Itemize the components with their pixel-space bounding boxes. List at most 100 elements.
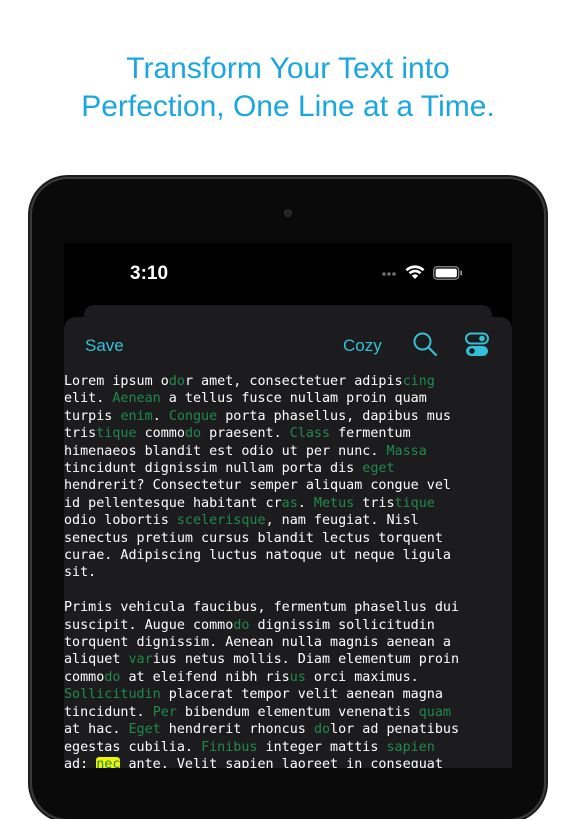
search-icon[interactable] [412,331,438,357]
marked-word: do [313,722,331,738]
text-segment: tris [354,495,395,511]
text-segment: commo [136,426,185,442]
text-segment: id pellentesque habitant cr [64,495,282,511]
marked-word: enim [120,408,153,424]
text-line[interactable]: suscipit. Augue commodo dignissim sollic… [64,617,512,634]
front-camera [284,209,292,217]
marked-word: tique [96,426,137,442]
text-line[interactable]: turpis enim. Congue porta phasellus, dap… [64,408,512,425]
text-line[interactable]: Lorem ipsum odor amet, consectetuer adip… [64,373,512,390]
text-segment: Lorem ipsum o [64,374,169,389]
marked-word: Metus [313,495,355,511]
text-segment: integer mattis [257,739,387,755]
text-segment: lor ad penatibus [330,722,460,738]
text-line[interactable]: senectus pretium cursus blandit lectus t… [64,530,512,547]
text-segment: hendrerit rhoncus [160,722,314,738]
marked-word: do [184,426,202,442]
text-line[interactable]: curae. Adipiscing luctus natoque ut nequ… [64,547,512,564]
text-line[interactable]: commodo at eleifend nibh risus orci maxi… [64,669,512,686]
text-segment: at eleifend nibh ris [120,669,290,685]
battery-icon [433,266,463,280]
marked-word: Sollicitudin [64,687,161,703]
text-segment: fermentum [330,426,411,442]
text-segment: dignissim sollicitudin [249,617,435,633]
text-segment: senectus pretium cursus blandit lectus t… [64,530,443,546]
text-line[interactable]: himenaeos blandit est odio ut per nunc. … [64,443,512,460]
text-segment: suscipit. Augue commo [64,617,234,633]
save-button[interactable]: Save [85,336,124,356]
text-segment: . [297,495,314,511]
marked-word: us [289,669,306,685]
text-segment: at hac. [64,722,129,738]
text-line[interactable]: egestas cubilia. Finibus integer mattis … [64,739,512,756]
editor-toolbar: Save Cozy [64,317,512,373]
editor-sheet: Save Cozy Lorem ipsum odor amet, consect… [64,317,512,768]
text-segment: torquent dignissim. Aenean nulla magnis … [64,635,451,651]
marked-word: tique [394,495,435,511]
marked-word: Finibus [201,739,258,755]
text-line[interactable]: torquent dignissim. Aenean nulla magnis … [64,634,512,651]
marked-word: Massa [386,443,427,459]
text-segment: egestas cubilia. [64,739,202,755]
text-segment: . [152,408,169,424]
marked-word: sapien [386,739,435,755]
marked-word: do [233,617,250,633]
marked-word: Aenean [112,391,161,407]
cozy-button[interactable]: Cozy [343,336,382,356]
text-line[interactable]: odio lobortis scelerisque, nam feugiat. … [64,512,512,529]
text-segment: placerat tempor velit aenean magna [160,687,443,703]
text-line[interactable]: tincidunt dignissim nullam porta dis ege… [64,460,512,477]
text-segment: aliquet [64,652,129,668]
text-line[interactable]: at hac. Eget hendrerit rhoncus dolor ad … [64,721,512,738]
marked-word: Congue [168,408,218,424]
text-segment: porta phasellus, dapibus mus [217,408,451,424]
text-segment: himenaeos blandit est odio ut per nunc. [64,443,387,459]
device-screen: 3:10 Save Cozy Lorem ipsum odor amet, co… [64,243,512,768]
marketing-headline: Transform Your Text into Perfection, One… [0,50,576,126]
marked-word: scelerisque [176,513,266,529]
text-segment: ius netus mollis. Diam elementum proin [152,652,460,668]
text-line[interactable]: Sollicitudin placerat tempor velit aenea… [64,686,512,703]
text-line[interactable]: aliquet varius netus mollis. Diam elemen… [64,651,512,668]
text-line[interactable]: hendrerit? Consectetur semper aliquam co… [64,477,512,494]
marked-word: eget [362,461,395,477]
text-segment: turpis [64,408,121,424]
text-segment: sit. [64,565,97,581]
text-segment: elit. [64,391,113,407]
marked-word: as [281,495,298,511]
text-segment: r amet, consectetuer adipis [184,374,403,389]
text-editor[interactable]: Lorem ipsum odor amet, consectetuer adip… [64,373,512,768]
text-line[interactable]: ad: nec ante. Velit sapien laoreet in co… [64,756,512,768]
marked-word: do [104,669,121,685]
text-segment: , nam feugiat. Nisl [265,513,419,529]
marked-word: cing [402,374,435,389]
text-segment: tincidunt dignissim nullam porta dis [64,461,363,477]
wifi-icon [405,265,425,279]
settings-toggle-icon[interactable] [465,332,489,358]
text-segment: commo [64,669,105,685]
text-line[interactable]: tristique commodo praesent. Class fermen… [64,425,512,442]
marked-word: do [168,374,185,389]
text-line[interactable]: sit. [64,564,512,581]
text-segment: ad: [64,756,97,768]
marked-word: quam [418,704,451,720]
headline-line-2: Perfection, One Line at a Time. [81,90,495,123]
text-segment: bibendum elementum venenatis [176,704,419,720]
text-segment: praesent. [201,426,290,442]
text-line[interactable]: tincidunt. Per bibendum elementum venena… [64,704,512,721]
signal-dots-icon [382,272,396,276]
text-segment: odio lobortis [64,513,177,529]
marked-word: Per [152,704,177,720]
text-segment: a tellus fusce nullam proin quam [160,391,427,407]
text-line[interactable]: Primis vehicula faucibus, fermentum phas… [64,599,512,616]
text-segment: tincidunt. [64,704,153,720]
text-segment: curae. Adipiscing luctus natoque ut nequ… [64,548,451,564]
marked-word: var [128,652,153,668]
text-line[interactable]: elit. Aenean a tellus fusce nullam proin… [64,390,512,407]
text-segment: hendrerit? Consectetur semper aliquam co… [64,478,451,494]
marked-word: Eget [128,722,161,738]
text-segment: Primis vehicula faucibus, fermentum phas… [64,600,460,616]
text-line[interactable]: id pellentesque habitant cras. Metus tri… [64,495,512,512]
headline-line-1: Transform Your Text into [126,52,450,85]
